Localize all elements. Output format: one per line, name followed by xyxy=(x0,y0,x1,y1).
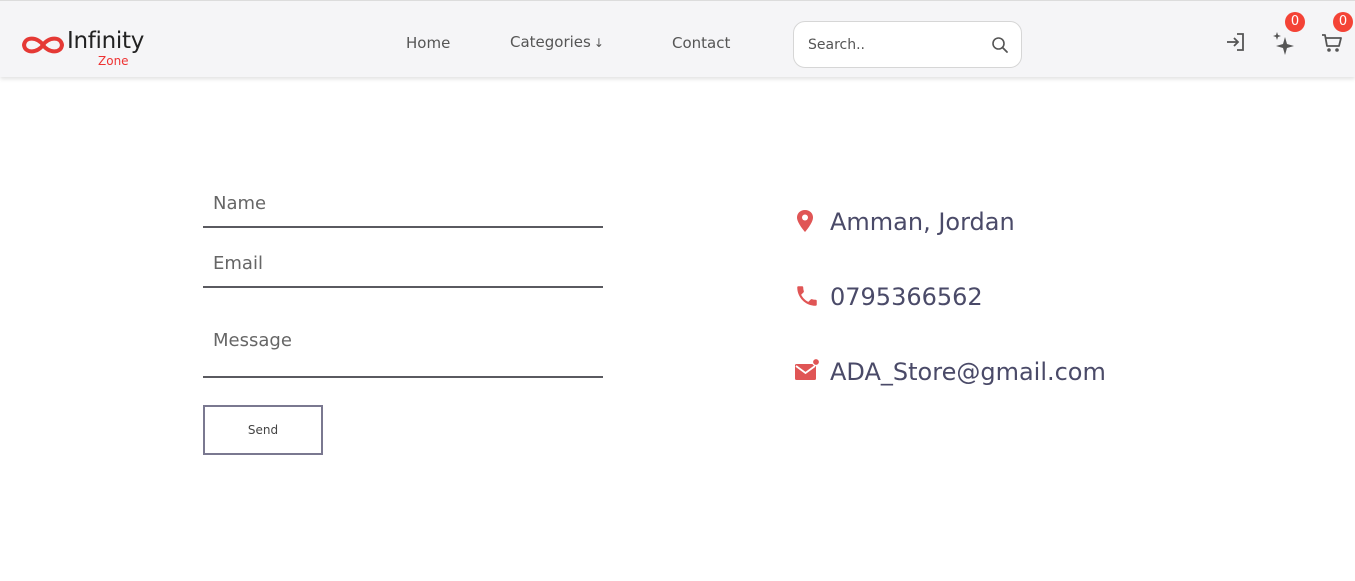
login-icon[interactable] xyxy=(1225,31,1247,53)
cart-icon[interactable] xyxy=(1321,32,1343,54)
search-input[interactable] xyxy=(808,34,978,56)
phone-icon xyxy=(797,286,817,306)
sparkle-icon[interactable] xyxy=(1273,31,1295,55)
infinity-logo-icon xyxy=(22,36,64,54)
mail-icon xyxy=(795,358,820,380)
nav-home[interactable]: Home xyxy=(406,34,450,52)
name-input[interactable] xyxy=(203,193,603,214)
address-text: Amman, Jordan xyxy=(830,208,1015,236)
cart-count-badge: 0 xyxy=(1333,12,1353,32)
message-input[interactable] xyxy=(203,330,603,360)
message-field xyxy=(203,328,603,378)
wishlist-count-badge: 0 xyxy=(1285,12,1305,32)
brand-sub: Zone xyxy=(98,54,129,68)
nav-categories-label: Categories xyxy=(510,33,591,51)
nav-contact[interactable]: Contact xyxy=(672,34,730,52)
search-box xyxy=(793,21,1022,68)
email-text: ADA_Store@gmail.com xyxy=(830,358,1106,386)
nav-categories[interactable]: Categories ↓ xyxy=(510,33,604,51)
location-pin-icon xyxy=(797,210,813,232)
brand-name: Infinity xyxy=(67,28,145,54)
email-input[interactable] xyxy=(203,253,603,274)
search-icon[interactable] xyxy=(991,36,1009,54)
arrow-down-icon: ↓ xyxy=(593,36,604,50)
send-button[interactable]: Send xyxy=(203,405,323,455)
email-field xyxy=(203,253,603,288)
name-field xyxy=(203,193,603,228)
navbar: Infinity Zone Home Categories↓ Contact 0… xyxy=(0,0,1355,77)
phone-text: 0795366562 xyxy=(830,283,983,311)
